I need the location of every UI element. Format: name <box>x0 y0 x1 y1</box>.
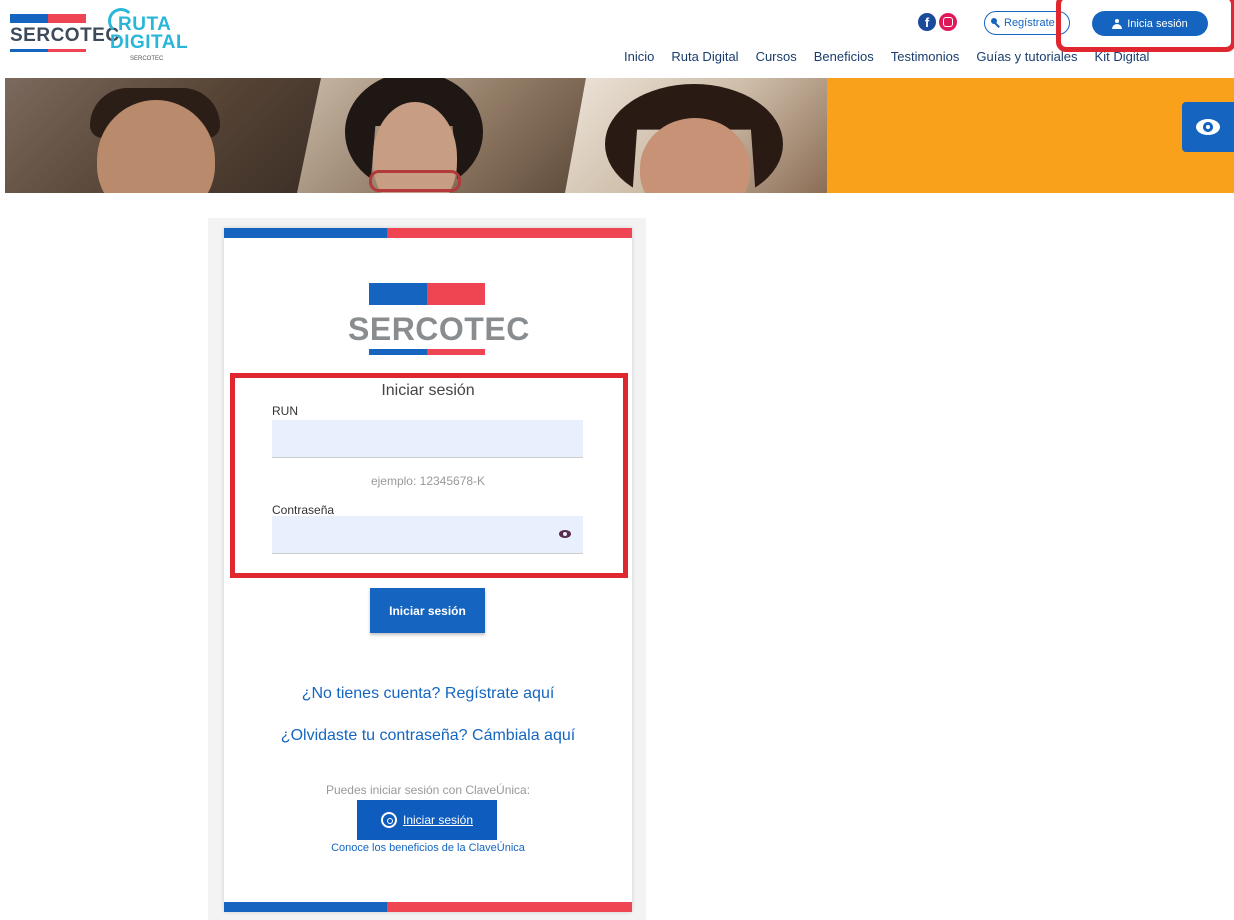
inicia-sesion-button[interactable]: Inicia sesión <box>1092 11 1208 36</box>
logo-text: SERCOTEC <box>10 25 120 46</box>
password-label: Contraseña <box>272 503 335 517</box>
logo-flag <box>10 14 86 23</box>
run-input[interactable] <box>272 420 583 458</box>
sercotec-logo[interactable]: SERCOTEC <box>10 14 120 62</box>
form-title: Iniciar sesión <box>381 382 475 399</box>
claveunica-icon <box>380 812 397 828</box>
social-links: f <box>918 13 957 31</box>
registrate-button[interactable]: Regístrate <box>984 11 1070 35</box>
card-logo-underline <box>369 349 485 355</box>
logo-underline <box>10 49 86 52</box>
ruta-logo-line2: DIGITAL <box>110 32 189 53</box>
claveunica-button-label: Iniciar sesión <box>402 813 474 827</box>
card-top-stripe <box>224 228 632 238</box>
nav-item-guias[interactable]: Guías y tutoriales <box>976 49 1077 64</box>
nav-item-inicio[interactable]: Inicio <box>624 49 654 64</box>
password-eye-icon[interactable] <box>559 530 571 538</box>
claveunica-button[interactable]: Iniciar sesión <box>357 800 497 840</box>
accessibility-eye-button[interactable] <box>1182 102 1234 152</box>
main-nav: Inicio Ruta Digital Cursos Beneficios Te… <box>624 49 1166 64</box>
card-logo-flag <box>369 283 485 305</box>
eye-icon <box>1196 119 1220 135</box>
card-logo-text: SERCOTEC <box>348 311 530 347</box>
nav-item-beneficios[interactable]: Beneficios <box>814 49 874 64</box>
password-input[interactable] <box>272 516 583 554</box>
user-icon <box>1112 18 1123 29</box>
nav-item-kit-digital[interactable]: Kit Digital <box>1095 49 1150 64</box>
site-header: SERCOTEC RUTA DIGITAL SERCOTEC f Regístr… <box>0 0 1234 78</box>
run-label: RUN <box>272 404 298 418</box>
card-sercotec-logo: SERCOTEC <box>348 283 530 357</box>
register-link[interactable]: ¿No tienes cuenta? Regístrate aquí <box>224 685 632 703</box>
login-card: SERCOTEC Iniciar sesión RUN ejemplo: 123… <box>224 228 632 912</box>
glasses <box>369 170 461 192</box>
submit-button[interactable]: Iniciar sesión <box>370 588 485 633</box>
key-icon <box>991 18 1001 28</box>
nav-item-ruta-digital[interactable]: Ruta Digital <box>671 49 738 64</box>
facebook-icon[interactable]: f <box>918 13 936 31</box>
claveunica-benefits-link[interactable]: Conoce los beneficios de la ClaveÚnica <box>224 842 632 854</box>
ruta-digital-logo[interactable]: RUTA DIGITAL SERCOTEC <box>104 8 188 66</box>
card-bottom-stripe <box>224 902 632 912</box>
forgot-password-link[interactable]: ¿Olvidaste tu contraseña? Cámbiala aquí <box>224 727 632 745</box>
ruta-logo-sub: SERCOTEC <box>130 56 164 62</box>
registrate-label: Regístrate <box>1004 17 1055 29</box>
inicia-sesion-label: Inicia sesión <box>1127 17 1188 30</box>
claveunica-text: Puedes iniciar sesión con ClaveÚnica: <box>325 783 531 797</box>
instagram-icon[interactable] <box>939 13 957 31</box>
run-hint: ejemplo: 12345678-K <box>370 474 486 488</box>
nav-item-testimonios[interactable]: Testimonios <box>891 49 960 64</box>
hero-banner <box>5 78 1234 193</box>
nav-item-cursos[interactable]: Cursos <box>756 49 797 64</box>
